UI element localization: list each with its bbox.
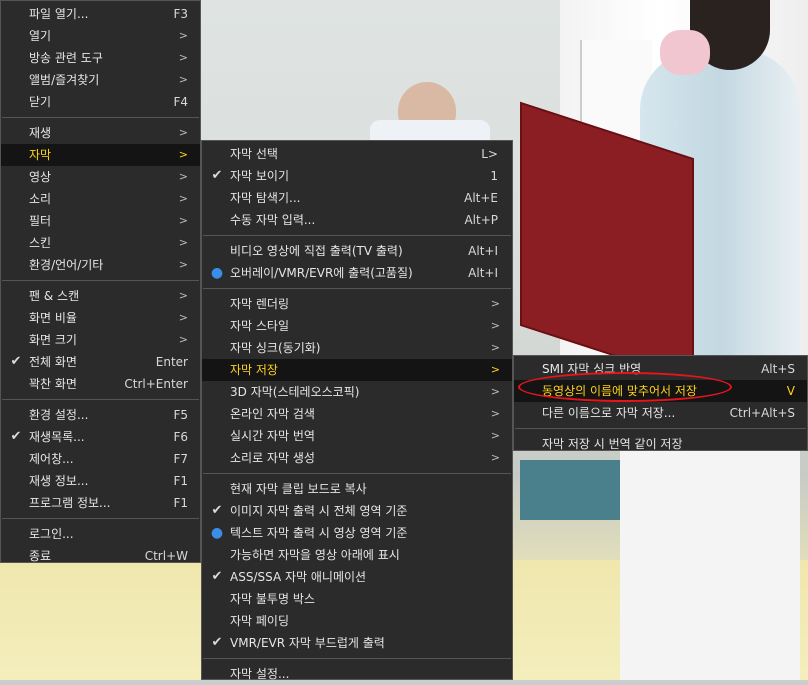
submenu-item-below-video[interactable]: 가능하면 자막을 영상 아래에 표시 xyxy=(202,544,512,566)
menu-item-pan-scan[interactable]: 팬 & 스캔 > xyxy=(1,285,200,307)
menu-separator xyxy=(203,235,511,236)
submenu-item-show-subtitle[interactable]: ✔ 자막 보이기 1 xyxy=(202,165,512,187)
submenu-item-overlay-output[interactable]: ● 오버레이/VMR/EVR에 출력(고품질) Alt+I xyxy=(202,262,512,284)
chevron-right-icon: > xyxy=(490,385,500,398)
menu-item-subtitles[interactable]: 자막 > xyxy=(1,144,200,166)
menu-separator xyxy=(515,428,806,429)
chevron-right-icon: > xyxy=(178,73,188,86)
menu-item-control-panel[interactable]: 제어창... F7 xyxy=(1,448,200,470)
check-icon: ✔ xyxy=(10,429,22,444)
menu-separator xyxy=(203,288,511,289)
radio-dot-icon: ● xyxy=(210,265,224,281)
chevron-right-icon: > xyxy=(178,333,188,346)
save-item-save-as[interactable]: 다른 이름으로 자막 저장... Ctrl+Alt+S xyxy=(514,402,807,424)
chevron-right-icon: > xyxy=(178,192,188,205)
submenu-item-rendering[interactable]: 자막 렌더링 > xyxy=(202,293,512,315)
submenu-item-manual-input[interactable]: 수동 자막 입력... Alt+P xyxy=(202,209,512,231)
menu-item-playback-info[interactable]: 재생 정보... F1 xyxy=(1,470,200,492)
menu-item-playlist[interactable]: ✔ 재생목록... F6 xyxy=(1,426,200,448)
chevron-right-icon: > xyxy=(178,258,188,271)
chevron-right-icon: > xyxy=(178,311,188,324)
menu-separator xyxy=(203,473,511,474)
submenu-item-subtitle-explorer[interactable]: 자막 탐색기... Alt+E xyxy=(202,187,512,209)
menu-separator xyxy=(2,117,199,118)
subtitle-submenu: 자막 선택 L> ✔ 자막 보이기 1 자막 탐색기... Alt+E 수동 자막 입력… xyxy=(201,140,513,681)
menu-item-screen-size[interactable]: 화면 크기 > xyxy=(1,329,200,351)
chevron-right-icon: > xyxy=(178,148,188,161)
chevron-right-icon: > xyxy=(490,451,500,464)
menu-separator xyxy=(2,280,199,281)
submenu-item-generate-from-audio[interactable]: 소리로 자막 생성 > xyxy=(202,447,512,469)
chevron-right-icon: > xyxy=(178,29,188,42)
submenu-item-smooth-output[interactable]: ✔ VMR/EVR 자막 부드럽게 출력 xyxy=(202,632,512,654)
chevron-right-icon: > xyxy=(178,126,188,139)
menu-item-open[interactable]: 열기 > xyxy=(1,25,200,47)
chevron-right-icon: > xyxy=(178,236,188,249)
menu-item-program-info[interactable]: 프로그램 정보... F1 xyxy=(1,492,200,514)
menu-item-filter[interactable]: 필터 > xyxy=(1,210,200,232)
submenu-item-sync[interactable]: 자막 싱크(동기화) > xyxy=(202,337,512,359)
submenu-item-ass-animation[interactable]: ✔ ASS/SSA 자막 애니메이션 xyxy=(202,566,512,588)
chevron-right-icon: > xyxy=(178,170,188,183)
check-icon: ✔ xyxy=(211,635,223,650)
video-nurse-pants xyxy=(620,440,800,680)
submenu-item-image-full-area[interactable]: ✔ 이미지 자막 출력 시 전체 영역 기준 xyxy=(202,500,512,522)
menu-item-aspect-ratio[interactable]: 화면 비율 > xyxy=(1,307,200,329)
chevron-right-icon: > xyxy=(178,214,188,227)
chevron-right-icon: > xyxy=(178,289,188,302)
menu-item-fullscreen[interactable]: ✔ 전체 화면 Enter xyxy=(1,351,200,373)
check-icon: ✔ xyxy=(211,569,223,584)
submenu-item-live-translate[interactable]: 실시간 자막 번역 > xyxy=(202,425,512,447)
submenu-item-tv-output[interactable]: 비디오 영상에 직접 출력(TV 출력) Alt+I xyxy=(202,240,512,262)
menu-item-video[interactable]: 영상 > xyxy=(1,166,200,188)
chevron-right-icon: > xyxy=(490,341,500,354)
submenu-item-save-subtitle[interactable]: 자막 저장 > xyxy=(202,359,512,381)
menu-item-audio[interactable]: 소리 > xyxy=(1,188,200,210)
chevron-right-icon: > xyxy=(490,319,500,332)
chevron-right-icon: > xyxy=(490,297,500,310)
menu-separator xyxy=(2,399,199,400)
chevron-right-icon: > xyxy=(490,429,500,442)
save-item-match-video-name[interactable]: 동영상의 이름에 맞추어서 저장 V xyxy=(514,380,807,402)
menu-item-close[interactable]: 닫기 F4 xyxy=(1,91,200,113)
check-icon: ✔ xyxy=(211,503,223,518)
check-icon: ✔ xyxy=(10,354,22,369)
submenu-item-copy-clipboard[interactable]: 현재 자막 클립 보드로 복사 xyxy=(202,478,512,500)
submenu-item-3d[interactable]: 3D 자막(스테레오스코픽) > xyxy=(202,381,512,403)
menu-separator xyxy=(2,518,199,519)
menu-item-fill-screen[interactable]: 꽉찬 화면 Ctrl+Enter xyxy=(1,373,200,395)
menu-item-album-favorites[interactable]: 앨범/즐겨찾기 > xyxy=(1,69,200,91)
menu-item-preferences[interactable]: 환경 설정... F5 xyxy=(1,404,200,426)
submenu-item-style[interactable]: 자막 스타일 > xyxy=(202,315,512,337)
chevron-right-icon: > xyxy=(490,363,500,376)
menu-item-exit[interactable]: 종료 Ctrl+W xyxy=(1,545,200,567)
submenu-item-select-subtitle[interactable]: 자막 선택 L> xyxy=(202,143,512,165)
menu-item-skin[interactable]: 스킨 > xyxy=(1,232,200,254)
save-item-smi-sync[interactable]: SMI 자막 싱크 반영 Alt+S xyxy=(514,358,807,380)
chevron-right-icon: > xyxy=(490,407,500,420)
menu-item-open-file[interactable]: 파일 열기... F3 xyxy=(1,3,200,25)
main-context-menu: 파일 열기... F3 열기 > 방송 관련 도구 > 앨범/즐겨찾기 > 닫기 F4 재… xyxy=(0,0,201,563)
save-subtitle-submenu: SMI 자막 싱크 반영 Alt+S 동영상의 이름에 맞추어서 저장 V 다른 이… xyxy=(513,355,808,451)
menu-item-broadcast-tools[interactable]: 방송 관련 도구 > xyxy=(1,47,200,69)
submenu-item-subtitle-settings[interactable]: 자막 설정... xyxy=(202,663,512,685)
submenu-item-text-video-area[interactable]: ● 텍스트 자막 출력 시 영상 영역 기준 xyxy=(202,522,512,544)
submenu-item-fading[interactable]: 자막 페이딩 xyxy=(202,610,512,632)
menu-item-environment[interactable]: 환경/언어/기타 > xyxy=(1,254,200,276)
menu-item-login[interactable]: 로그인... xyxy=(1,523,200,545)
save-item-with-translation[interactable]: 자막 저장 시 번역 같이 저장 xyxy=(514,433,807,455)
menu-item-playback[interactable]: 재생 > xyxy=(1,122,200,144)
menu-separator xyxy=(203,658,511,659)
submenu-item-online-search[interactable]: 온라인 자막 검색 > xyxy=(202,403,512,425)
video-nurse-mask xyxy=(660,30,710,75)
radio-dot-icon: ● xyxy=(210,525,224,541)
submenu-item-opaque-box[interactable]: 자막 불투명 박스 xyxy=(202,588,512,610)
chevron-right-icon: > xyxy=(178,51,188,64)
check-icon: ✔ xyxy=(211,168,223,183)
